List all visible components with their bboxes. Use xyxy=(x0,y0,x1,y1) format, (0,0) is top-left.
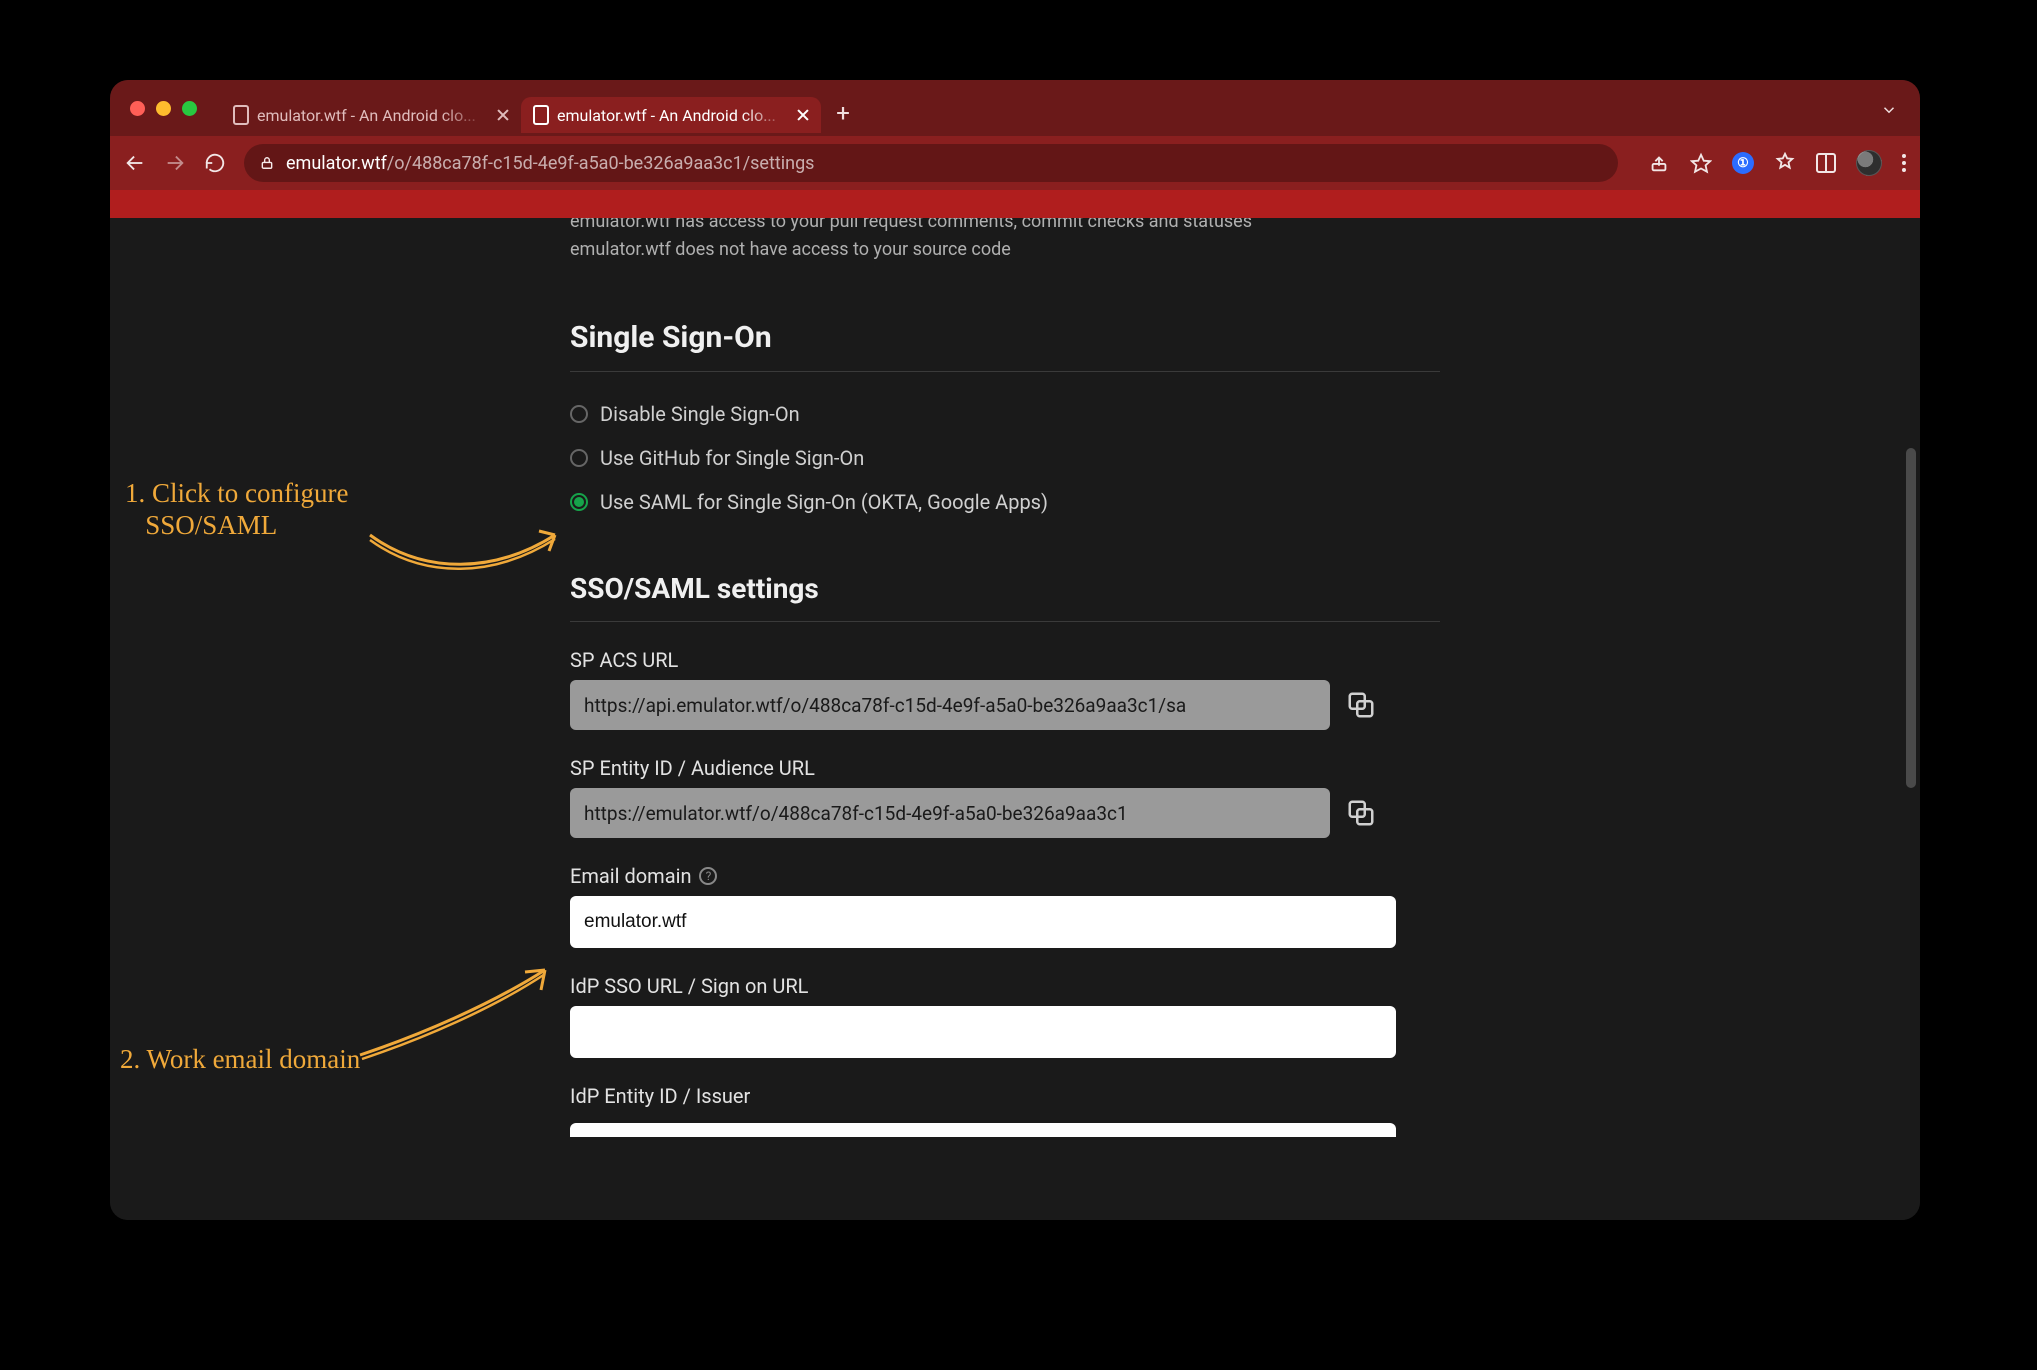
share-icon[interactable] xyxy=(1648,152,1670,174)
window-minimize-icon[interactable] xyxy=(156,101,171,116)
reload-button[interactable] xyxy=(204,152,226,174)
divider xyxy=(570,371,1440,372)
tabs-dropdown-icon[interactable] xyxy=(1880,101,1898,123)
tab-favicon-icon xyxy=(233,105,249,125)
tab-favicon-icon xyxy=(533,105,549,125)
idp-sso-url-input[interactable] xyxy=(570,1006,1396,1058)
extension-badge-icon[interactable]: ① xyxy=(1732,152,1754,174)
sp-entity-id-field[interactable]: https://emulator.wtf/o/488ca78f-c15d-4e9… xyxy=(570,788,1330,838)
tab-close-icon[interactable] xyxy=(796,109,809,122)
email-domain-input[interactable] xyxy=(570,896,1396,948)
url-host: emulator.wtf xyxy=(286,153,387,174)
window-maximize-icon[interactable] xyxy=(182,101,197,116)
tab-title: emulator.wtf - An Android clo... xyxy=(257,106,488,125)
menu-kebab-icon[interactable] xyxy=(1902,154,1906,172)
field-label-sp-acs: SP ACS URL xyxy=(570,648,1440,672)
scrollbar-thumb[interactable] xyxy=(1906,448,1916,788)
profile-avatar[interactable] xyxy=(1856,150,1882,176)
field-label-sp-entity: SP Entity ID / Audience URL xyxy=(570,756,1440,780)
copy-icon[interactable] xyxy=(1346,798,1376,828)
field-label-idp-sso: IdP SSO URL / Sign on URL xyxy=(570,974,1440,998)
idp-entity-id-input[interactable] xyxy=(570,1123,1396,1137)
section-heading-saml-settings: SSO/SAML settings xyxy=(570,572,1440,605)
page-content: emulator.wtf has access to your pull req… xyxy=(110,218,1920,1220)
lock-icon xyxy=(260,155,274,171)
radio-label: Use GitHub for Single Sign-On xyxy=(600,440,864,476)
sidepanel-icon[interactable] xyxy=(1816,153,1836,173)
help-icon[interactable]: ? xyxy=(699,867,717,885)
window-controls xyxy=(130,101,197,116)
radio-icon xyxy=(570,493,588,511)
copy-icon[interactable] xyxy=(1346,690,1376,720)
address-bar[interactable]: emulator.wtf/o/488ca78f-c15d-4e9f-a5a0-b… xyxy=(244,144,1618,182)
divider xyxy=(570,621,1440,622)
nav-back-button[interactable] xyxy=(124,152,146,174)
tab-title: emulator.wtf - An Android clo... xyxy=(557,106,788,125)
tab-strip: emulator.wtf - An Android clo... emulato… xyxy=(110,80,1920,136)
radio-icon xyxy=(570,449,588,467)
nav-forward-button[interactable] xyxy=(164,152,186,174)
url-path: /o/488ca78f-c15d-4e9f-a5a0-be326a9aa3c1/… xyxy=(387,153,815,174)
browser-tab-active[interactable]: emulator.wtf - An Android clo... xyxy=(521,97,821,133)
sso-option-github[interactable]: Use GitHub for Single Sign-On xyxy=(570,436,1440,480)
field-label-email-domain: Email domain ? xyxy=(570,864,1440,888)
browser-window: emulator.wtf - An Android clo... emulato… xyxy=(110,80,1920,1220)
access-info-line: emulator.wtf has access to your pull req… xyxy=(570,218,1440,236)
bookmark-star-icon[interactable] xyxy=(1690,152,1712,174)
radio-label: Use SAML for Single Sign-On (OKTA, Googl… xyxy=(600,484,1048,520)
new-tab-button[interactable]: + xyxy=(827,97,859,129)
window-close-icon[interactable] xyxy=(130,101,145,116)
field-label-idp-entity: IdP Entity ID / Issuer xyxy=(570,1084,1440,1108)
sso-option-disable[interactable]: Disable Single Sign-On xyxy=(570,392,1440,436)
radio-icon xyxy=(570,405,588,423)
radio-label: Disable Single Sign-On xyxy=(600,396,800,432)
tab-close-icon[interactable] xyxy=(496,109,509,122)
sso-option-saml[interactable]: Use SAML for Single Sign-On (OKTA, Googl… xyxy=(570,480,1440,524)
access-info-line: emulator.wtf does not have access to you… xyxy=(570,236,1440,264)
sp-acs-url-field[interactable]: https://api.emulator.wtf/o/488ca78f-c15d… xyxy=(570,680,1330,730)
section-heading-sso: Single Sign-On xyxy=(570,320,1440,355)
site-header-strip xyxy=(110,190,1920,218)
browser-tab-inactive[interactable]: emulator.wtf - An Android clo... xyxy=(221,97,521,133)
browser-toolbar: emulator.wtf/o/488ca78f-c15d-4e9f-a5a0-b… xyxy=(110,136,1920,190)
extensions-puzzle-icon[interactable] xyxy=(1774,152,1796,174)
